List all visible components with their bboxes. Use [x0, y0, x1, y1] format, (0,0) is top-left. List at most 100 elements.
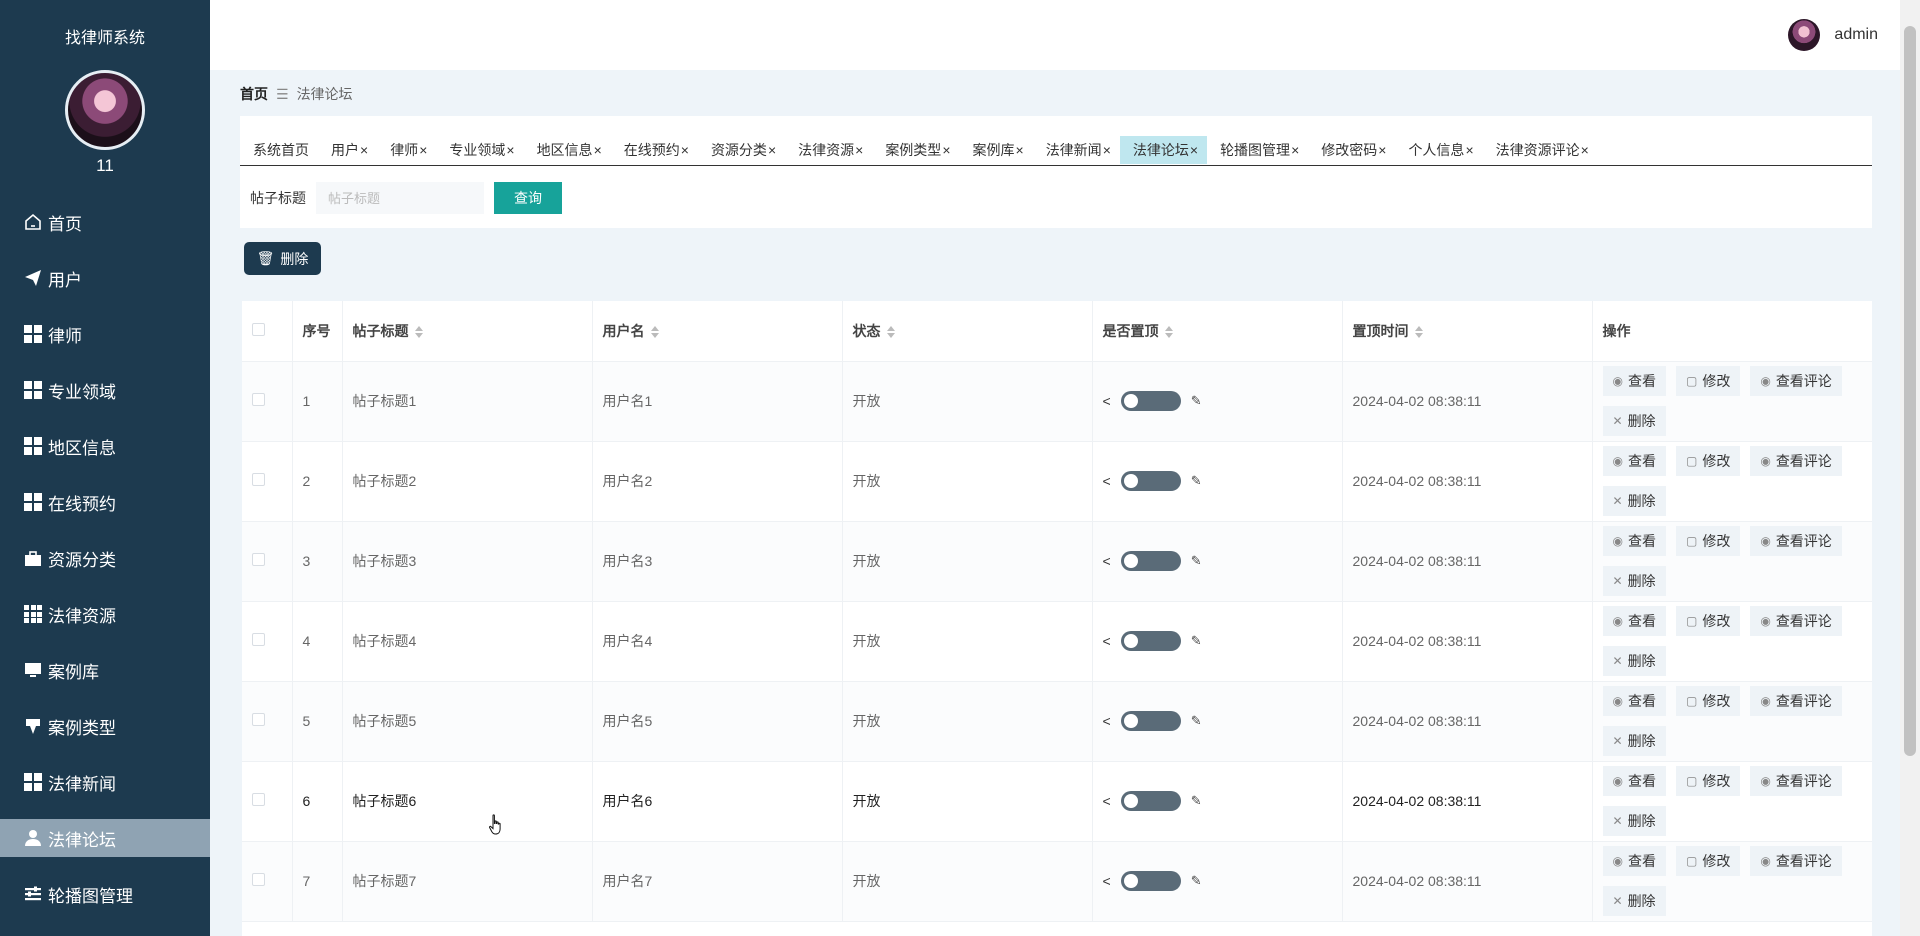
close-icon[interactable]: × — [768, 142, 776, 158]
sort-icon[interactable] — [1414, 326, 1423, 339]
header-pin-time[interactable]: 置顶时间 — [1342, 301, 1593, 362]
pencil-icon[interactable]: ✎ — [1191, 873, 1202, 889]
edit-button[interactable]: ▢ 修改 — [1675, 846, 1741, 876]
close-icon[interactable]: × — [360, 142, 368, 158]
sidebar-item[interactable]: 资源分类 — [0, 530, 210, 586]
pin-toggle[interactable] — [1120, 871, 1181, 891]
tab-item[interactable]: 用户× — [318, 136, 377, 164]
tab-item[interactable]: 案例库× — [960, 136, 1033, 164]
view-comments-button[interactable]: ◉ 查看评论 — [1750, 766, 1842, 796]
header-title[interactable]: 帖子标题 — [342, 301, 593, 362]
pin-toggle[interactable] — [1120, 471, 1181, 491]
row-checkbox[interactable] — [252, 473, 265, 486]
view-comments-button[interactable]: ◉ 查看评论 — [1750, 366, 1842, 396]
view-comments-button[interactable]: ◉ 查看评论 — [1750, 846, 1842, 876]
close-icon[interactable]: × — [681, 142, 689, 158]
edit-button[interactable]: ▢ 修改 — [1675, 766, 1741, 796]
pencil-icon[interactable]: ✎ — [1191, 553, 1202, 569]
view-button[interactable]: ◉ 查看 — [1602, 766, 1666, 796]
close-icon[interactable]: × — [1103, 142, 1111, 158]
close-icon[interactable]: × — [1291, 142, 1299, 158]
avatar[interactable] — [65, 70, 145, 150]
view-button[interactable]: ◉ 查看 — [1602, 446, 1666, 476]
delete-button[interactable]: ✕ 删除 — [1602, 486, 1666, 516]
row-checkbox[interactable] — [252, 713, 265, 726]
tab-item[interactable]: 地区信息× — [524, 136, 611, 164]
pencil-icon[interactable]: ✎ — [1191, 793, 1202, 809]
share-icon[interactable]: < — [1103, 713, 1111, 729]
view-comments-button[interactable]: ◉ 查看评论 — [1750, 606, 1842, 636]
tab-item[interactable]: 资源分类× — [698, 136, 785, 164]
close-icon[interactable]: × — [1465, 142, 1473, 158]
header-username[interactable]: 用户名 — [592, 301, 843, 362]
share-icon[interactable]: < — [1103, 473, 1111, 489]
view-comments-button[interactable]: ◉ 查看评论 — [1750, 526, 1842, 556]
row-checkbox[interactable] — [252, 793, 265, 806]
view-button[interactable]: ◉ 查看 — [1602, 846, 1666, 876]
view-button[interactable]: ◉ 查看 — [1602, 606, 1666, 636]
pencil-icon[interactable]: ✎ — [1191, 633, 1202, 649]
close-icon[interactable]: × — [1581, 142, 1589, 158]
sort-icon[interactable] — [1164, 326, 1173, 339]
delete-button[interactable]: ✕ 删除 — [1602, 406, 1666, 436]
sidebar-item[interactable]: 首页 — [0, 194, 210, 250]
tab-item[interactable]: 法律论坛× — [1119, 136, 1208, 164]
pin-toggle[interactable] — [1120, 391, 1181, 411]
edit-button[interactable]: ▢ 修改 — [1675, 526, 1741, 556]
vertical-scrollbar[interactable] — [1900, 0, 1920, 936]
sidebar-item[interactable]: 法律论坛 — [0, 819, 210, 857]
view-button[interactable]: ◉ 查看 — [1602, 526, 1666, 556]
row-checkbox[interactable] — [252, 553, 265, 566]
pin-toggle[interactable] — [1120, 631, 1181, 651]
breadcrumb-home[interactable]: 首页 — [240, 84, 268, 104]
share-icon[interactable]: < — [1103, 553, 1111, 569]
sort-icon[interactable] — [650, 326, 659, 339]
sort-icon[interactable] — [414, 326, 423, 339]
row-select-cell[interactable] — [242, 681, 293, 762]
row-select-cell[interactable] — [242, 521, 293, 602]
row-checkbox[interactable] — [252, 873, 265, 886]
edit-button[interactable]: ▢ 修改 — [1675, 366, 1741, 396]
tab-item[interactable]: 案例类型× — [872, 136, 959, 164]
edit-button[interactable]: ▢ 修改 — [1675, 446, 1741, 476]
sidebar-item[interactable]: 专业领域 — [0, 362, 210, 418]
row-select-cell[interactable] — [242, 361, 293, 442]
row-select-cell[interactable] — [242, 841, 293, 922]
close-icon[interactable]: × — [1190, 142, 1198, 158]
tab-item[interactable]: 个人信息× — [1395, 136, 1482, 164]
delete-button[interactable]: ✕ 删除 — [1602, 646, 1666, 676]
row-select-cell[interactable] — [242, 601, 293, 682]
query-button[interactable]: 查询 — [494, 182, 562, 214]
tab-item[interactable]: 律师× — [377, 136, 436, 164]
pin-toggle[interactable] — [1120, 711, 1181, 731]
pin-toggle[interactable] — [1120, 551, 1181, 571]
view-button[interactable]: ◉ 查看 — [1602, 366, 1666, 396]
search-input[interactable] — [316, 182, 484, 214]
edit-button[interactable]: ▢ 修改 — [1675, 606, 1741, 636]
tab-item[interactable]: 在线预约× — [611, 136, 698, 164]
tab-item[interactable]: 法律资源评论× — [1483, 136, 1598, 164]
username-label[interactable]: admin — [1834, 26, 1878, 44]
close-icon[interactable]: × — [942, 142, 950, 158]
close-icon[interactable]: × — [594, 142, 602, 158]
sidebar-item[interactable]: 案例类型 — [0, 698, 210, 754]
sidebar-item[interactable]: 法律资源 — [0, 586, 210, 642]
sidebar-item[interactable]: 地区信息 — [0, 418, 210, 474]
row-checkbox[interactable] — [252, 633, 265, 646]
pencil-icon[interactable]: ✎ — [1191, 393, 1202, 409]
row-select-cell[interactable] — [242, 761, 293, 842]
pencil-icon[interactable]: ✎ — [1191, 473, 1202, 489]
delete-button[interactable]: ✕ 删除 — [1602, 726, 1666, 756]
view-comments-button[interactable]: ◉ 查看评论 — [1750, 686, 1842, 716]
delete-button[interactable]: ✕ 删除 — [1602, 886, 1666, 916]
tab-item[interactable]: 专业领域× — [436, 136, 523, 164]
scrollbar-thumb[interactable] — [1904, 26, 1916, 756]
share-icon[interactable]: < — [1103, 793, 1111, 809]
pencil-icon[interactable]: ✎ — [1191, 713, 1202, 729]
sort-icon[interactable] — [886, 326, 895, 339]
header-select-all[interactable] — [242, 301, 293, 362]
user-avatar[interactable] — [1788, 19, 1820, 51]
sidebar-item[interactable]: 用户 — [0, 250, 210, 306]
share-icon[interactable]: < — [1103, 633, 1111, 649]
close-icon[interactable]: × — [419, 142, 427, 158]
